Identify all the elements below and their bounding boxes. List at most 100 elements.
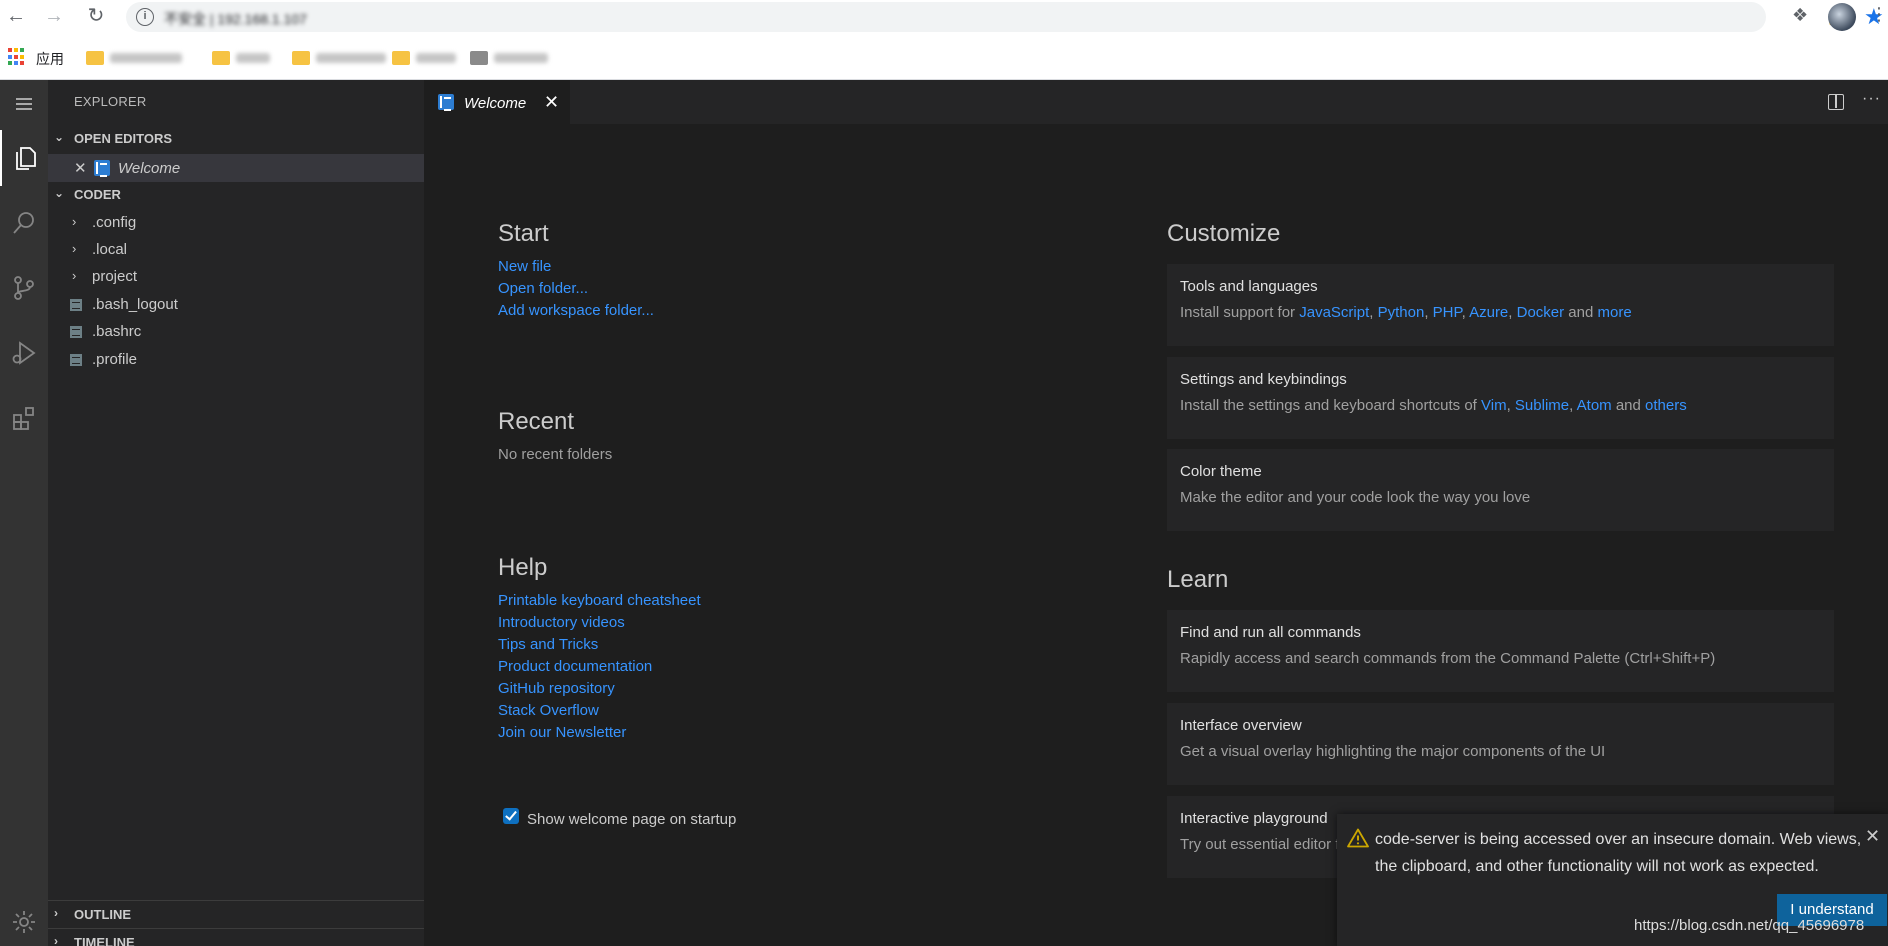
more-link[interactable]: more bbox=[1598, 304, 1632, 321]
settings-keybindings-card[interactable]: Settings and keybindings Install the set… bbox=[1167, 357, 1834, 439]
search-icon[interactable] bbox=[0, 195, 48, 251]
stack-overflow-link[interactable]: Stack Overflow bbox=[498, 702, 599, 719]
explorer-sidebar: EXPLORER ⌄ OPEN EDITORS ✕ Welcome ⌄ CODE… bbox=[48, 80, 424, 946]
browser-chrome: ← → ↻ i 不安全 | 192.168.1.107 🔑 ★ ❖ ⋮ 应用 bbox=[0, 0, 1888, 80]
card-title: Settings and keybindings bbox=[1180, 371, 1347, 388]
desc-text: Install the settings and keyboard shortc… bbox=[1180, 397, 1482, 414]
tree-item-label: .bashrc bbox=[92, 323, 142, 340]
color-theme-card[interactable]: Color theme Make the editor and your cod… bbox=[1167, 449, 1834, 531]
timeline-header[interactable]: › TIMELINE bbox=[48, 932, 424, 946]
sidebar-title: EXPLORER bbox=[74, 94, 147, 109]
tree-item-label: project bbox=[92, 268, 138, 285]
php-link[interactable]: PHP bbox=[1433, 304, 1462, 321]
explorer-icon[interactable] bbox=[0, 130, 48, 186]
forward-icon[interactable]: → bbox=[42, 4, 66, 28]
profile-avatar[interactable] bbox=[1828, 3, 1856, 31]
chevron-down-icon: ⌄ bbox=[54, 186, 65, 200]
open-editors-header[interactable]: ⌄ OPEN EDITORS bbox=[48, 128, 424, 150]
folder-icon bbox=[212, 51, 230, 65]
close-icon[interactable]: ✕ bbox=[1865, 826, 1880, 847]
bookmark-item[interactable] bbox=[292, 48, 386, 68]
close-icon[interactable]: ✕ bbox=[74, 159, 87, 177]
run-debug-icon[interactable] bbox=[0, 325, 48, 381]
bookmark-item[interactable] bbox=[470, 48, 548, 68]
vim-link[interactable]: Vim bbox=[1481, 397, 1507, 414]
folder-header[interactable]: ⌄ CODER bbox=[48, 184, 424, 206]
open-editors-label: OPEN EDITORS bbox=[74, 131, 173, 146]
timeline-label: TIMELINE bbox=[74, 935, 135, 946]
bookmark-item[interactable] bbox=[212, 48, 270, 68]
extensions-icon[interactable] bbox=[0, 390, 48, 446]
github-repo-link[interactable]: GitHub repository bbox=[498, 680, 615, 697]
reload-icon[interactable]: ↻ bbox=[84, 4, 108, 28]
tree-file-bashrc[interactable]: .bashrc bbox=[48, 319, 424, 345]
atom-link[interactable]: Atom bbox=[1577, 397, 1612, 414]
apps-label[interactable]: 应用 bbox=[36, 49, 64, 69]
show-on-startup-label[interactable]: Show welcome page on startup bbox=[527, 811, 736, 828]
split-editor-icon[interactable] bbox=[1828, 94, 1844, 110]
tree-file-profile[interactable]: .profile bbox=[48, 347, 424, 373]
chevron-right-icon: › bbox=[72, 268, 77, 283]
new-file-link[interactable]: New file bbox=[498, 258, 551, 275]
card-desc: Get a visual overlay highlighting the ma… bbox=[1180, 743, 1606, 760]
warning-icon bbox=[1347, 828, 1369, 848]
card-title: Interface overview bbox=[1180, 717, 1302, 734]
add-workspace-folder-link[interactable]: Add workspace folder... bbox=[498, 302, 654, 319]
card-desc: Make the editor and your code look the w… bbox=[1180, 489, 1531, 506]
url-text: 不安全 | 192.168.1.107 bbox=[164, 11, 307, 27]
address-bar[interactable]: i 不安全 | 192.168.1.107 🔑 ★ bbox=[126, 2, 1884, 32]
site-info-icon[interactable]: i bbox=[136, 8, 154, 26]
show-on-startup-checkbox[interactable] bbox=[503, 808, 519, 824]
no-recent-folders: No recent folders bbox=[498, 446, 613, 463]
tree-file-bash-logout[interactable]: .bash_logout bbox=[48, 292, 424, 318]
card-title: Tools and languages bbox=[1180, 278, 1318, 295]
javascript-link[interactable]: JavaScript bbox=[1299, 304, 1369, 321]
bookmark-item[interactable] bbox=[392, 48, 456, 68]
find-commands-card[interactable]: Find and run all commands Rapidly access… bbox=[1167, 610, 1834, 692]
apps-grid-icon[interactable] bbox=[8, 48, 26, 66]
file-icon bbox=[70, 354, 82, 366]
chevron-down-icon: ⌄ bbox=[54, 130, 65, 144]
bookmarks-bar: 应用 bbox=[0, 44, 1888, 72]
tab-welcome[interactable]: Welcome ✕ bbox=[424, 80, 570, 124]
tips-tricks-link[interactable]: Tips and Tricks bbox=[498, 636, 598, 653]
newsletter-link[interactable]: Join our Newsletter bbox=[498, 724, 626, 741]
card-desc: Rapidly access and search commands from … bbox=[1180, 650, 1716, 667]
source-control-icon[interactable] bbox=[0, 260, 48, 316]
back-icon[interactable]: ← bbox=[4, 4, 28, 28]
outline-label: OUTLINE bbox=[74, 907, 132, 922]
tree-folder-config[interactable]: › .config bbox=[48, 210, 424, 236]
product-docs-link[interactable]: Product documentation bbox=[498, 658, 652, 675]
intro-videos-link[interactable]: Introductory videos bbox=[498, 614, 625, 631]
browser-menu-icon[interactable]: ⋮ bbox=[1870, 4, 1888, 25]
settings-gear-icon[interactable] bbox=[0, 898, 48, 946]
docker-link[interactable]: Docker bbox=[1517, 304, 1565, 321]
start-heading: Start bbox=[498, 220, 549, 247]
tree-item-label: .profile bbox=[92, 351, 138, 368]
bookmark-item[interactable] bbox=[86, 48, 182, 68]
interface-overview-card[interactable]: Interface overview Get a visual overlay … bbox=[1167, 703, 1834, 785]
activity-bar bbox=[0, 80, 48, 946]
extensions-icon[interactable]: ❖ bbox=[1792, 5, 1808, 26]
notification-message: code-server is being accessed over an in… bbox=[1375, 831, 1862, 875]
python-link[interactable]: Python bbox=[1378, 304, 1425, 321]
file-icon bbox=[70, 326, 82, 338]
desc-text: Install support for bbox=[1180, 304, 1300, 321]
keyboard-cheatsheet-link[interactable]: Printable keyboard cheatsheet bbox=[498, 592, 701, 609]
tab-strip: Welcome ✕ ··· bbox=[424, 80, 1888, 124]
others-link[interactable]: others bbox=[1645, 397, 1687, 414]
open-editor-item[interactable]: ✕ Welcome bbox=[48, 154, 424, 182]
tree-folder-local[interactable]: › .local bbox=[48, 237, 424, 263]
menu-icon[interactable] bbox=[0, 80, 48, 128]
outline-header[interactable]: › OUTLINE bbox=[48, 904, 424, 926]
open-folder-link[interactable]: Open folder... bbox=[498, 280, 588, 297]
tree-folder-project[interactable]: › project bbox=[48, 264, 424, 290]
chevron-right-icon: › bbox=[54, 906, 58, 920]
more-actions-icon[interactable]: ··· bbox=[1862, 90, 1881, 108]
sublime-link[interactable]: Sublime bbox=[1515, 397, 1569, 414]
azure-link[interactable]: Azure bbox=[1469, 304, 1508, 321]
card-desc: Install support for JavaScript, Python, … bbox=[1180, 304, 1632, 321]
tools-languages-card[interactable]: Tools and languages Install support for … bbox=[1167, 264, 1834, 346]
card-desc: Install the settings and keyboard shortc… bbox=[1180, 397, 1687, 414]
close-icon[interactable]: ✕ bbox=[544, 92, 559, 113]
